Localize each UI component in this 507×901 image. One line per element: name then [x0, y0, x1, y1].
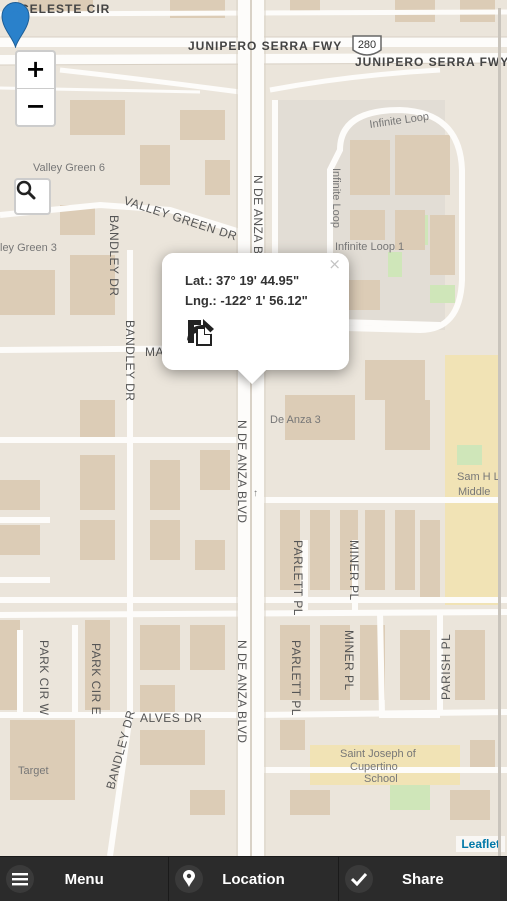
svg-text:Cupertino: Cupertino — [350, 761, 398, 773]
svg-text:Target: Target — [18, 765, 49, 777]
zoom-in-button[interactable]: + — [17, 52, 54, 89]
svg-text:PARLETT PL: PARLETT PL — [291, 540, 305, 616]
copy-icon[interactable] — [185, 317, 215, 347]
svg-text:PARK CIR E: PARK CIR E — [89, 643, 103, 715]
svg-text:Sam H L: Sam H L — [457, 471, 500, 483]
map-tiles: 280 CELESTE CIR JUNIPERO SERRA FWY JUNIP… — [0, 0, 507, 856]
svg-text:280: 280 — [358, 39, 376, 51]
share-button[interactable]: Share — [339, 857, 507, 901]
popup-close-button[interactable]: × — [328, 255, 341, 273]
zoom-control: + − — [15, 50, 56, 127]
svg-text:ley Green 3: ley Green 3 — [0, 242, 57, 254]
menu-button[interactable]: Menu — [0, 857, 170, 901]
svg-text:JUNIPERO SERRA FWY: JUNIPERO SERRA FWY — [355, 55, 507, 69]
svg-text:ALVES DR: ALVES DR — [140, 711, 202, 725]
bottom-navigation-bar: Menu Location Share — [0, 856, 507, 901]
svg-text:MINER PL: MINER PL — [347, 540, 361, 601]
map-pin-icon — [175, 865, 204, 893]
location-popup: × Lat.: 37° 19' 44.95" Lng.: -122° 1' 56… — [162, 253, 349, 385]
svg-text:PARLETT PL: PARLETT PL — [289, 640, 303, 716]
svg-text:School: School — [364, 773, 398, 785]
svg-text:PARISH PL: PARISH PL — [439, 634, 453, 700]
svg-text:Saint Joseph of: Saint Joseph of — [340, 748, 417, 760]
svg-text:Infinite Loop: Infinite Loop — [330, 168, 342, 228]
scrollbar[interactable] — [498, 8, 501, 858]
menu-icon — [6, 865, 34, 893]
svg-text:Middle: Middle — [458, 486, 490, 498]
svg-text:MINER PL: MINER PL — [342, 630, 356, 691]
check-icon — [344, 865, 373, 893]
svg-text:Infinite Loop 1: Infinite Loop 1 — [335, 241, 404, 253]
search-icon — [16, 180, 36, 200]
search-button[interactable] — [14, 178, 51, 215]
map-view[interactable]: 280 CELESTE CIR JUNIPERO SERRA FWY JUNIP… — [0, 0, 507, 856]
svg-text:PARK CIR W: PARK CIR W — [37, 640, 51, 716]
longitude-text: Lng.: -122° 1' 56.12" — [185, 293, 308, 308]
location-button[interactable]: Location — [169, 857, 339, 901]
svg-text:Valley Green 6: Valley Green 6 — [33, 162, 105, 174]
svg-text:N DE ANZA BLVD: N DE ANZA BLVD — [235, 640, 249, 743]
latitude-text: Lat.: 37° 19' 44.95" — [185, 273, 300, 288]
svg-text:N DE ANZA BLVD: N DE ANZA BLVD — [235, 420, 249, 523]
map-marker-icon[interactable] — [0, 0, 31, 48]
svg-text:BANDLEY DR: BANDLEY DR — [123, 320, 137, 401]
svg-text:JUNIPERO SERRA FWY: JUNIPERO SERRA FWY — [188, 39, 342, 53]
svg-text:BANDLEY DR: BANDLEY DR — [107, 215, 121, 296]
svg-text:↑: ↑ — [253, 488, 258, 499]
zoom-out-button[interactable]: − — [17, 89, 54, 125]
svg-text:De Anza 3: De Anza 3 — [270, 414, 321, 426]
svg-text:CELESTE CIR: CELESTE CIR — [20, 2, 110, 16]
